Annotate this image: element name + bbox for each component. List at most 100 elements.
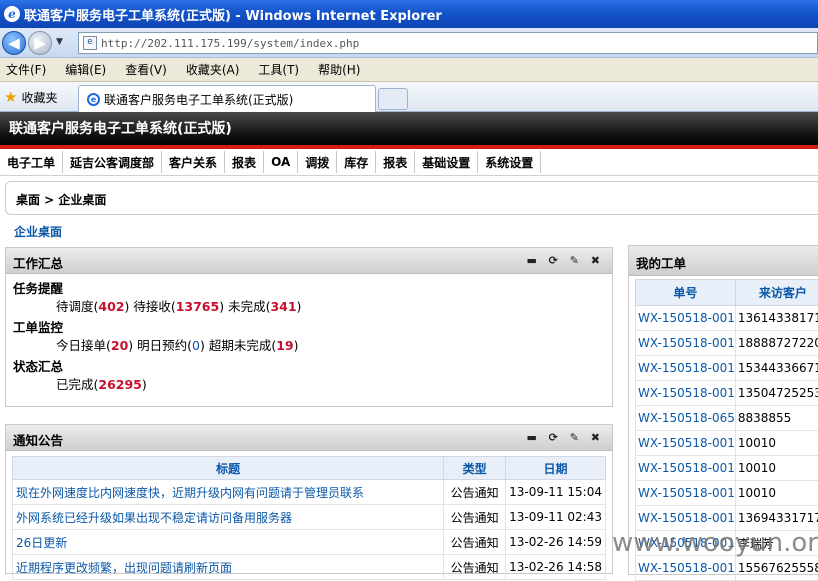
task-reminder-line: 待调度(402) 待接收(13765) 未完成(341) <box>56 297 612 317</box>
order-number-link[interactable]: WX-150518-001 <box>636 331 736 356</box>
pending-receive-count[interactable]: 13765 <box>176 299 220 314</box>
unfinished-count[interactable]: 341 <box>270 299 296 314</box>
table-row: WX-150518-00110010 <box>636 456 818 481</box>
ie-logo-icon: e <box>4 6 20 22</box>
tomorrow-appointments-count[interactable]: 0 <box>192 338 200 353</box>
notice-title-link[interactable]: 26日更新 <box>13 530 444 555</box>
col-title-header[interactable]: 标题 <box>13 457 444 480</box>
col-type-header[interactable]: 类型 <box>444 457 506 480</box>
nav-item-dispatch-dept[interactable]: 延吉公客调度部 <box>63 151 162 173</box>
menu-favorites[interactable]: 收藏夹(A) <box>186 61 240 78</box>
address-bar[interactable]: e http://202.111.175.199/system/index.ph… <box>78 32 818 54</box>
notice-type: 公告通知 <box>444 555 506 580</box>
status-summary-label: 状态汇总 <box>13 356 612 375</box>
notice-date: 13-09-11 15:04 <box>506 480 606 505</box>
order-number-link[interactable]: WX-150518-001 <box>636 356 736 381</box>
menu-view[interactable]: 查看(V) <box>125 61 167 78</box>
back-button[interactable]: ◀ <box>2 31 26 55</box>
nav-item-electronic-order[interactable]: 电子工单 <box>0 151 63 173</box>
notice-table: 标题 类型 日期 现在外网速度比内网速度快，近期升级内网有问题请于管理员联系公告… <box>12 456 606 580</box>
order-customer: 18888727220 <box>735 331 818 356</box>
table-row: 近期程序更改频繁，出现问题请刷新页面公告通知13-02-26 14:58 <box>13 555 606 580</box>
menu-tools[interactable]: 工具(T) <box>258 61 299 78</box>
nav-item-oa[interactable]: OA <box>264 151 298 173</box>
table-row: 外网系统已经升级如果出现不稳定请访问备用服务器公告通知13-09-11 02:4… <box>13 505 606 530</box>
panel-title: 通知公告 <box>13 433 63 448</box>
table-row: WX-150518-00113694331717 <box>636 506 818 531</box>
order-number-link[interactable]: WX-150518-001 <box>636 481 736 506</box>
notice-title-link[interactable]: 现在外网速度比内网速度快，近期升级内网有问题请于管理员联系 <box>13 480 444 505</box>
work-summary-panel: 工作汇总 ▬ ⟳ ✎ ✖ 任务提醒 待调度(402) 待接收(13765) 未完… <box>5 247 613 407</box>
order-number-link[interactable]: WX-150518-065 <box>636 406 736 431</box>
favorites-button[interactable]: ★ 收藏夹 <box>4 88 57 106</box>
forward-button[interactable]: ▶ <box>28 31 52 55</box>
today-orders-count[interactable]: 20 <box>111 338 128 353</box>
order-customer: 13694331717 <box>735 506 818 531</box>
order-number-link[interactable]: WX-150518-001 <box>636 456 736 481</box>
table-row: 26日更新公告通知13-02-26 14:59 <box>13 530 606 555</box>
overdue-count[interactable]: 19 <box>276 338 293 353</box>
nav-item-system-settings[interactable]: 系统设置 <box>478 151 541 173</box>
notice-type: 公告通知 <box>444 505 506 530</box>
nav-item-reports[interactable]: 报表 <box>225 151 264 173</box>
menu-edit[interactable]: 编辑(E) <box>65 61 106 78</box>
order-customer: 13614338171 <box>735 306 818 331</box>
menu-help[interactable]: 帮助(H) <box>318 61 360 78</box>
order-customer: 10010 <box>735 481 818 506</box>
panel-controls-icon[interactable]: ▬ ⟳ ✎ ✖ <box>526 431 604 444</box>
nav-item-customer-relations[interactable]: 客户关系 <box>162 151 225 173</box>
ie-tab-icon: e <box>87 93 100 106</box>
panel-controls-icon[interactable]: ▬ ⟳ ✎ ✖ <box>526 254 604 267</box>
order-number-link[interactable]: WX-150518-001 <box>636 431 736 456</box>
notice-date: 13-09-11 02:43 <box>506 505 606 530</box>
col-customer-header[interactable]: 来访客户 <box>735 280 818 306</box>
browser-tab[interactable]: e 联通客户服务电子工单系统(正式版) <box>78 85 376 112</box>
nav-item-transfer[interactable]: 调拨 <box>298 151 337 173</box>
notice-title-link[interactable]: 近期程序更改频繁，出现问题请刷新页面 <box>13 555 444 580</box>
table-row: WX-150518-00115567625558 <box>636 556 818 581</box>
new-tab-button[interactable] <box>378 88 408 110</box>
table-row: WX-150518-0658838855 <box>636 406 818 431</box>
address-toolbar: ◀ ▶ ▼ e http://202.111.175.199/system/in… <box>0 28 818 58</box>
nav-item-reports-2[interactable]: 报表 <box>376 151 415 173</box>
notice-type: 公告通知 <box>444 530 506 555</box>
nav-item-inventory[interactable]: 库存 <box>337 151 376 173</box>
window-titlebar: e 联通客户服务电子工单系统(正式版) - Windows Internet E… <box>0 0 818 28</box>
order-customer: 15567625558 <box>735 556 818 581</box>
app-title: 联通客户服务电子工单系统(正式版) <box>9 121 232 137</box>
col-order-no-header[interactable]: 单号 <box>636 280 736 306</box>
order-number-link[interactable]: WX-150518-001 <box>636 506 736 531</box>
notice-panel: 通知公告 ▬ ⟳ ✎ ✖ 标题 类型 日期 现在外网速度比内网速度快，近期升级内… <box>5 424 613 574</box>
order-customer: 10010 <box>735 456 818 481</box>
menu-file[interactable]: 文件(F) <box>6 61 46 78</box>
history-dropdown-icon[interactable]: ▼ <box>56 37 63 47</box>
order-monitor-label: 工单监控 <box>13 317 612 336</box>
my-orders-panel: 我的工单 单号 来访客户 WX-150518-00113614338171 WX… <box>628 245 818 575</box>
table-row: WX-150518-00110010 <box>636 431 818 456</box>
order-customer: 8838855 <box>735 406 818 431</box>
notice-type: 公告通知 <box>444 480 506 505</box>
nav-item-basic-settings[interactable]: 基础设置 <box>415 151 478 173</box>
col-date-header[interactable]: 日期 <box>506 457 606 480</box>
notice-date: 13-02-26 14:59 <box>506 530 606 555</box>
table-row: WX-150518-00110010 <box>636 481 818 506</box>
pending-dispatch-count[interactable]: 402 <box>98 299 124 314</box>
notice-title-link[interactable]: 外网系统已经升级如果出现不稳定请访问备用服务器 <box>13 505 444 530</box>
completed-count[interactable]: 26295 <box>98 377 142 392</box>
table-row: WX-150518-00113504725253 <box>636 381 818 406</box>
breadcrumb: 桌面 > 企业桌面 <box>5 181 818 215</box>
order-number-link[interactable]: WX-150518-001 <box>636 556 736 581</box>
task-reminder-label: 任务提醒 <box>13 278 612 297</box>
menu-bar: 文件(F) 编辑(E) 查看(V) 收藏夹(A) 工具(T) 帮助(H) <box>0 58 818 82</box>
table-row: WX-150518-00113614338171 <box>636 306 818 331</box>
enterprise-desktop-link[interactable]: 企业桌面 <box>14 223 62 240</box>
tab-row: ★ 收藏夹 e 联通客户服务电子工单系统(正式版) <box>0 82 818 112</box>
address-url[interactable]: http://202.111.175.199/system/index.php <box>101 37 359 50</box>
main-nav: 电子工单 延吉公客调度部 客户关系 报表 OA 调拨 库存 报表 基础设置 系统… <box>0 149 818 176</box>
panel-title: 我的工单 <box>636 256 686 271</box>
order-customer: 15344336671 <box>735 356 818 381</box>
order-number-link[interactable]: WX-150518-001 <box>636 306 736 331</box>
status-summary-line: 已完成(26295) <box>56 375 612 395</box>
order-number-link[interactable]: WX-150518-001 <box>636 381 736 406</box>
panel-title: 工作汇总 <box>13 256 63 271</box>
